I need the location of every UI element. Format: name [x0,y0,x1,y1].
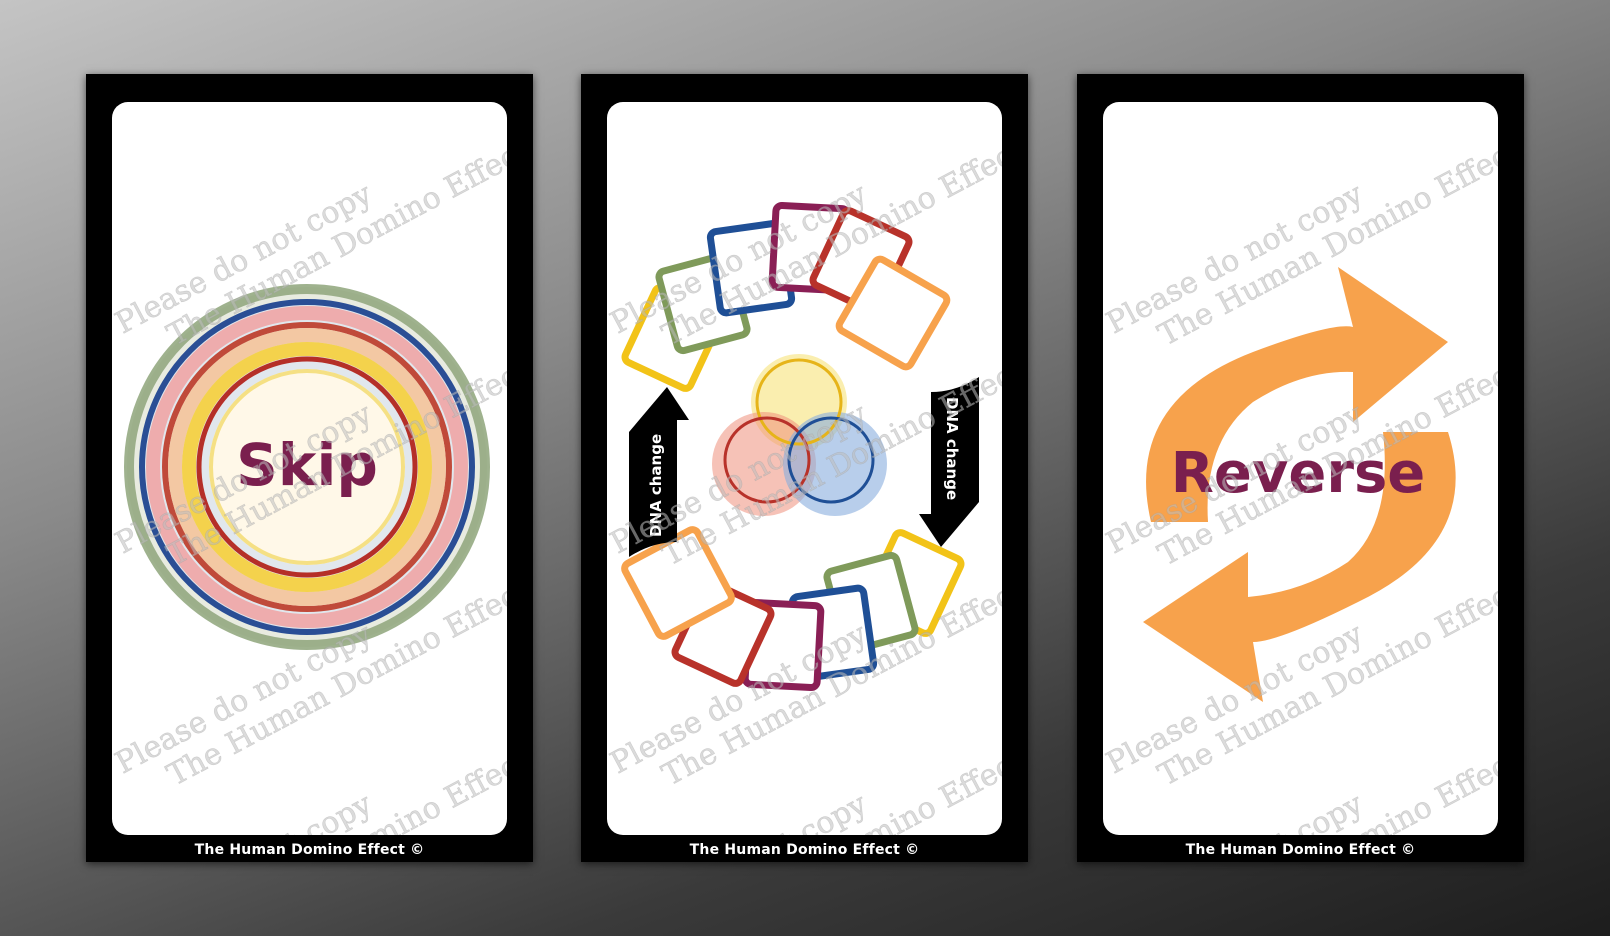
reverse-arrows-art: Reverse [1143,267,1456,702]
skip-circle-art: Skip [124,284,490,650]
reverse-card[interactable]: Reverse Please do not copy The Human Dom… [1077,74,1524,862]
skip-label: Skip [236,431,378,499]
card-face: Skip Please do not copy The Human Domino… [112,102,507,835]
reverse-label: Reverse [1171,441,1426,506]
dna-change-art: DNA change DNA change [621,201,979,692]
card-footer: The Human Domino Effect © [194,842,425,858]
card-footer: The Human Domino Effect © [1185,842,1416,858]
card-footer: The Human Domino Effect © [689,842,920,858]
dna-change-card[interactable]: DNA change DNA change Please do not copy… [581,74,1028,862]
dna-change-right-label: DNA change [943,397,961,500]
card-face: DNA change DNA change Please do not copy… [607,102,1002,835]
card-face: Reverse Please do not copy The Human Dom… [1103,102,1498,835]
skip-card[interactable]: Skip Please do not copy The Human Domino… [86,74,533,862]
dna-change-left-label: DNA change [647,434,665,537]
